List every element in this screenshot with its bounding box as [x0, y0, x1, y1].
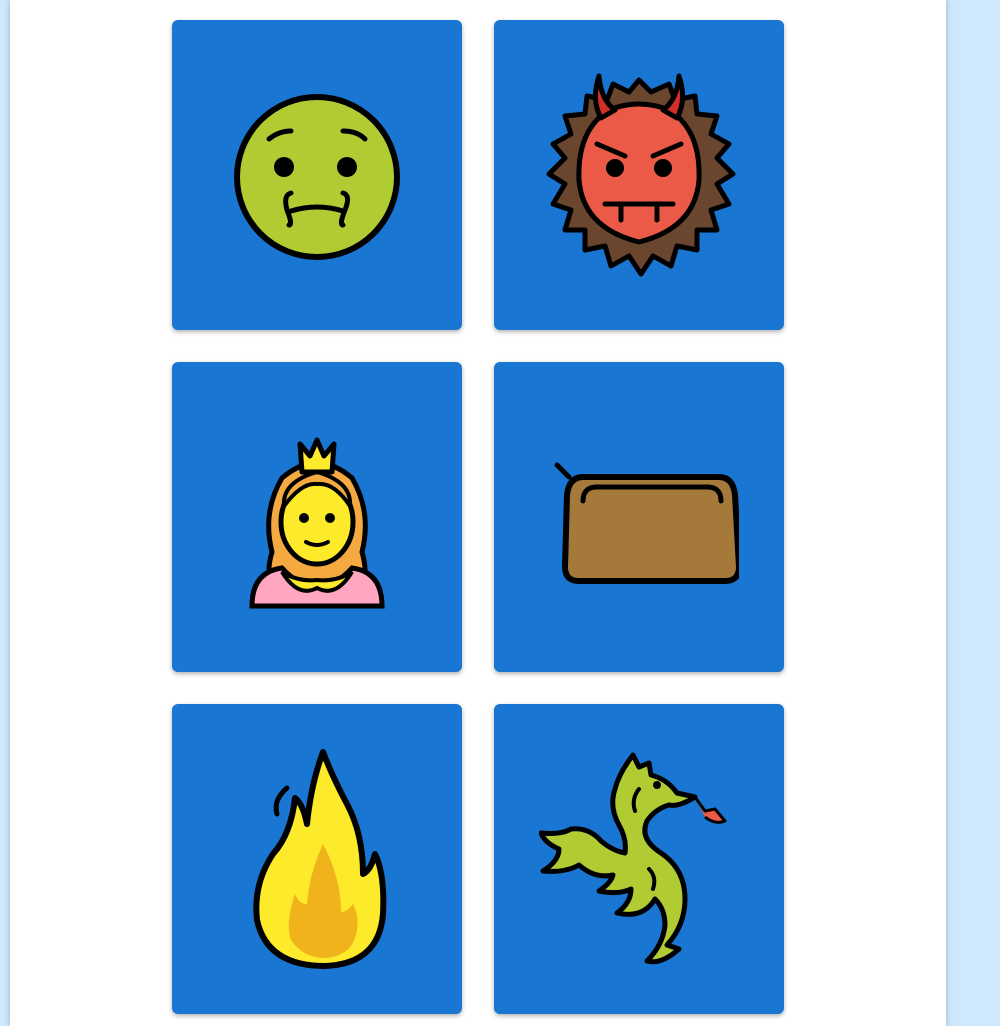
fire-icon [253, 749, 387, 969]
emoji-card-pouch[interactable] [494, 362, 784, 672]
emoji-card-dragon[interactable] [494, 704, 784, 1014]
emoji-card-princess[interactable] [172, 362, 462, 672]
emoji-card-fire[interactable] [172, 704, 462, 1014]
emoji-card-nauseated-face[interactable] [172, 20, 462, 330]
nauseated-face-icon [234, 94, 400, 260]
emoji-grid [172, 20, 784, 1014]
emoji-card-ogre[interactable] [494, 20, 784, 330]
ogre-icon [546, 73, 736, 277]
dragon-icon [539, 752, 727, 965]
princess-icon [249, 437, 385, 609]
page-content [10, 0, 946, 1026]
pouch-icon [554, 462, 739, 584]
